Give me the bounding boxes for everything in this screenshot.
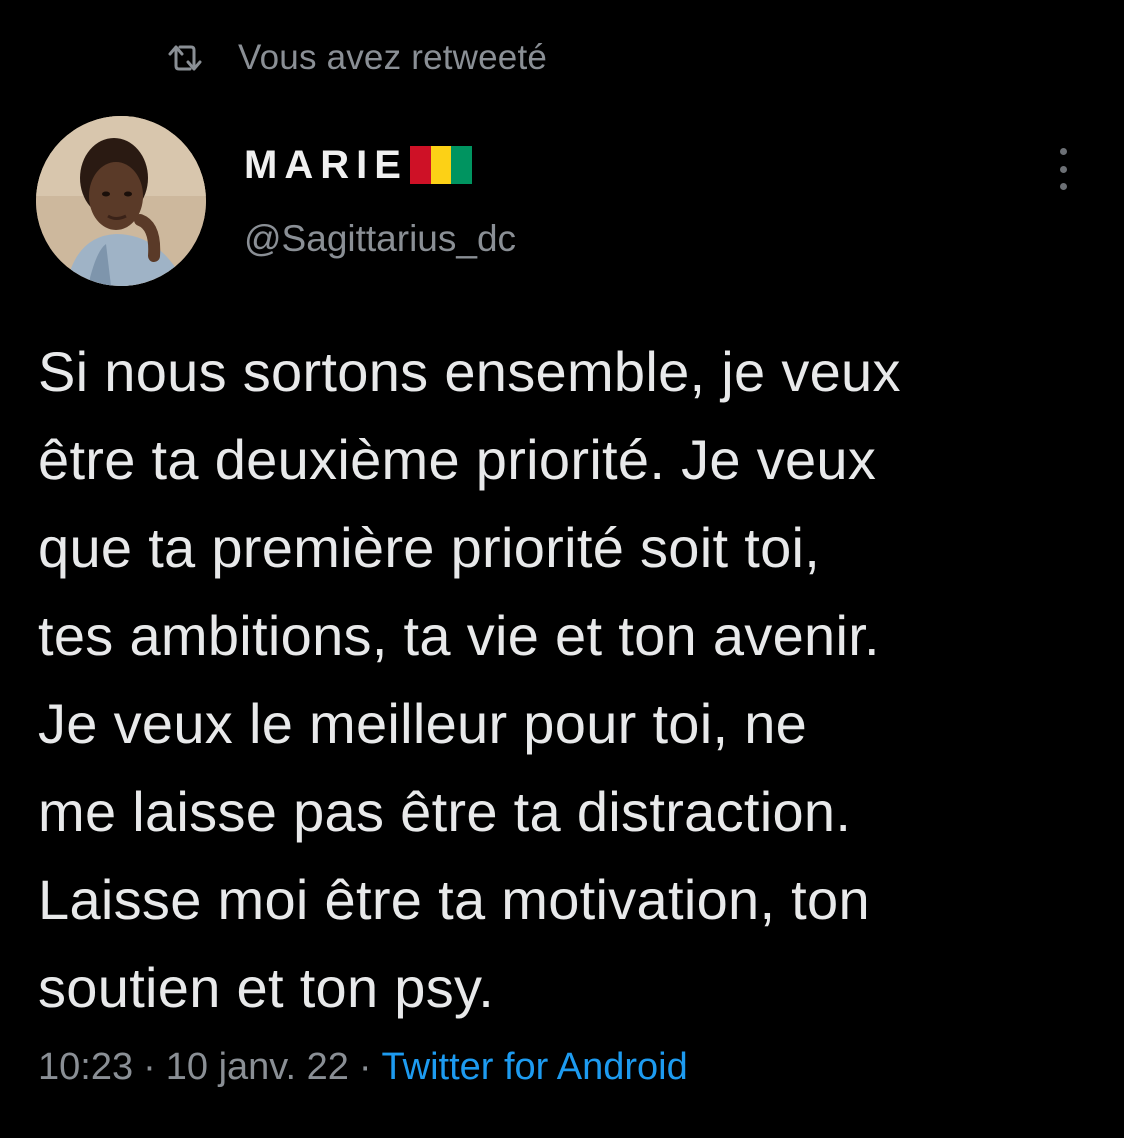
tweet-date[interactable]: 10 janv. 22 — [166, 1046, 349, 1088]
tweet-line: Laisse moi être ta motivation, ton — [38, 868, 870, 931]
tweet-meta: 10:23 · 10 janv. 22 · Twitter for Android — [38, 1046, 688, 1089]
more-dot-icon — [1059, 183, 1067, 190]
meta-separator: · — [143, 1046, 156, 1088]
tweet-text: Si nous sortons ensemble, je veux être t… — [38, 328, 1098, 1032]
tweet-line: me laisse pas être ta distraction. — [38, 780, 852, 843]
more-dot-icon — [1059, 165, 1067, 173]
retweet-context: Vous avez retweeté — [166, 36, 547, 80]
guinea-flag-icon — [409, 146, 472, 184]
meta-separator: · — [358, 1046, 372, 1088]
tweet-time[interactable]: 10:23 — [38, 1046, 133, 1088]
more-options-button[interactable] — [1048, 146, 1078, 192]
user-handle[interactable]: @Sagittarius_dc — [244, 218, 516, 260]
display-name[interactable]: MARIE — [244, 143, 408, 188]
tweet-line: que ta première priorité soit toi, — [38, 516, 821, 579]
tweet-line: soutien et ton psy. — [38, 956, 495, 1019]
author-name-row[interactable]: MARIE — [244, 140, 472, 190]
tweet-line: être ta deuxième priorité. Je veux — [38, 428, 877, 491]
tweet-line: Je veux le meilleur pour toi, ne — [38, 692, 808, 755]
tweet-line: tes ambitions, ta vie et ton avenir. — [38, 604, 880, 667]
tweet-source-link[interactable]: Twitter for Android — [382, 1046, 688, 1088]
tweet-line: Si nous sortons ensemble, je veux — [38, 340, 901, 403]
more-dot-icon — [1059, 148, 1067, 155]
retweet-icon — [166, 44, 204, 72]
retweet-label: Vous avez retweeté — [238, 38, 548, 77]
avatar[interactable] — [36, 116, 206, 286]
